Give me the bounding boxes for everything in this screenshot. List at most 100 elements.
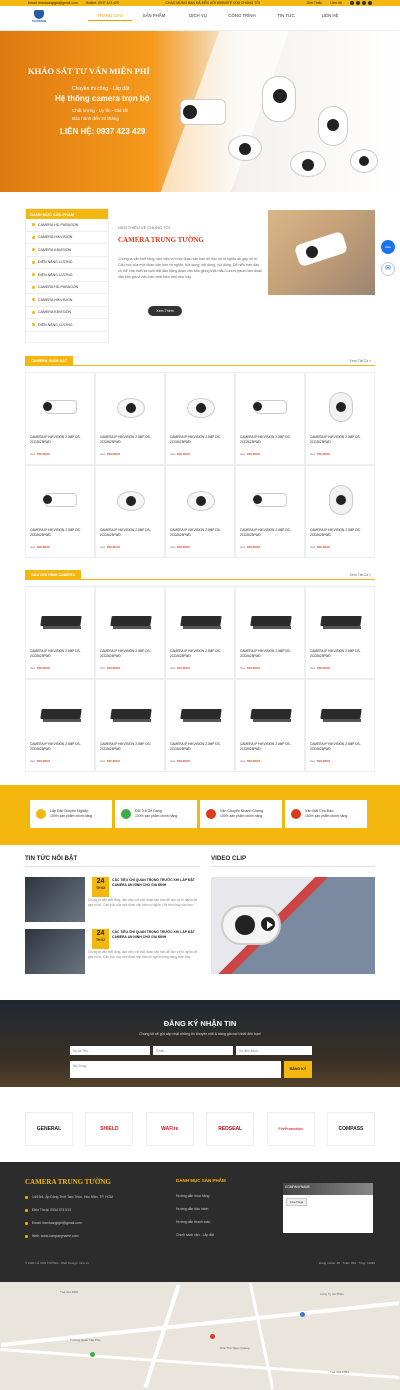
product-name[interactable]: CAMERA IP HIKVISION 2.0MP DS-2CD2625FWD: [100, 528, 162, 538]
product-name[interactable]: CAMERA IP HIKVISION 2.0MP DS-2CD2625FWD: [310, 435, 372, 445]
nav-contact[interactable]: LIÊN HỆ: [308, 13, 352, 21]
product-name[interactable]: CAMERA IP HIKVISION 2.0MP DS-2CD2625FWD: [170, 435, 232, 445]
play-button[interactable]: [260, 916, 276, 932]
twitter-icon[interactable]: [356, 1, 360, 5]
footer-link[interactable]: Hướng dẫn mua hàng: [176, 1194, 209, 1198]
nav-home[interactable]: TRANG CHỦ: [88, 13, 132, 21]
product-image[interactable]: [319, 481, 363, 519]
product-name[interactable]: CAMERA IP HIKVISION 2.0MP DS-2CD2625FWD: [30, 649, 92, 659]
product-card[interactable]: CAMERA IP HIKVISION 2.0MP DS-2CD2625FWD G…: [165, 465, 235, 558]
messenger-chat-button[interactable]: ✉: [381, 262, 395, 276]
product-image[interactable]: [109, 602, 153, 640]
footer-email[interactable]: Email: leantuongtgbl@gmail.com: [25, 1221, 82, 1225]
product-image[interactable]: [249, 481, 293, 519]
product-card[interactable]: CAMERA IP HIKVISION 2.0MP DS-2CD2625FWD G…: [25, 372, 95, 465]
fb-like-button[interactable]: Like Page: [286, 1198, 308, 1206]
product-name[interactable]: CAMERA IP HIKVISION 2.0MP DS-2CD2625FWD: [240, 528, 302, 538]
product-image[interactable]: [179, 388, 223, 426]
product-card[interactable]: CAMERA IP HIKVISION 2.0MP DS-2CD2625FWD G…: [305, 465, 375, 558]
read-more-button[interactable]: Xem Thêm: [148, 306, 182, 316]
product-name[interactable]: CAMERA IP HIKVISION 2.0MP DS-2CD2625FWD: [240, 435, 302, 445]
product-card[interactable]: CAMERA IP HIKVISION 2.0MP DS-2CD2625FWD G…: [235, 586, 305, 679]
footer-link[interactable]: Hướng dẫn bảo hành: [176, 1207, 208, 1211]
product-name[interactable]: CAMERA IP HIKVISION 2.0MP DS-2CD2625FWD: [30, 435, 92, 445]
product-name[interactable]: CAMERA IP HIKVISION 2.0MP DS-2CD2625FWD: [170, 742, 232, 752]
logo[interactable]: YOURNAME: [30, 10, 48, 26]
product-card[interactable]: CAMERA IP HIKVISION 2.0MP DS-2CD2625FWD G…: [165, 586, 235, 679]
phone-input[interactable]: Số điện thoại...: [236, 1046, 312, 1055]
nav-services[interactable]: DỊCH VỤ: [176, 13, 220, 21]
location-map[interactable]: Tòa nhà BRD Công Ty Cổ Phần Nhà Thờ Ngọc…: [0, 1282, 400, 1390]
product-card[interactable]: CAMERA IP HIKVISION 2.0MP DS-2CD2625FWD G…: [25, 679, 95, 772]
sidebar-item[interactable]: ĐIỆN NĂNG LƯỢNG: [26, 319, 108, 332]
product-name[interactable]: CAMERA IP HIKVISION 2.0MP DS-2CD2625FWD: [100, 649, 162, 659]
topbar-intro-link[interactable]: Giới Thiệu: [307, 1, 323, 5]
content-input[interactable]: Nội Dung: [70, 1061, 281, 1078]
topbar-email[interactable]: Email: leantuongtgbl@gmail.com: [28, 1, 78, 5]
news-title[interactable]: CÁC TIÊU CHÍ QUAN TRỌNG TRƯỚC KHI LẮP ĐẶ…: [112, 878, 204, 888]
video-thumbnail[interactable]: [211, 877, 375, 974]
product-name[interactable]: CAMERA IP HIKVISION 2.0MP DS-2CD2625FWD: [170, 649, 232, 659]
hero-banner[interactable]: [0, 31, 400, 192]
partner-logo[interactable]: SHIELD: [85, 1112, 134, 1146]
product-image[interactable]: [249, 602, 293, 640]
product-card[interactable]: CAMERA IP HIKVISION 2.0MP DS-2CD2625FWD G…: [305, 586, 375, 679]
product-name[interactable]: CAMERA IP HIKVISION 2.0MP DS-2CD2625FWD: [310, 742, 372, 752]
partner-logo[interactable]: WAFire: [145, 1112, 194, 1146]
youtube-icon[interactable]: [368, 1, 372, 5]
footer-link[interactable]: Hướng dẫn thanh toán: [176, 1220, 210, 1224]
product-image[interactable]: [249, 388, 293, 426]
product-image[interactable]: [39, 388, 83, 426]
partner-logo[interactable]: FireProtection: [266, 1112, 315, 1146]
product-card[interactable]: CAMERA IP HIKVISION 2.0MP DS-2CD2625FWD G…: [235, 679, 305, 772]
view-all-link[interactable]: Xem Tất Cả »: [349, 359, 371, 363]
topbar-contact-link[interactable]: Liên Hệ: [330, 1, 342, 5]
partner-logo[interactable]: COMPASS: [326, 1112, 375, 1146]
product-image[interactable]: [109, 695, 153, 733]
product-image[interactable]: [319, 695, 363, 733]
product-name[interactable]: CAMERA IP HIKVISION 2.0MP DS-2CD2625FWD: [170, 528, 232, 538]
product-card[interactable]: CAMERA IP HIKVISION 2.0MP DS-2CD2625FWD G…: [165, 372, 235, 465]
sidebar-item[interactable]: CAMERA HD-PARAGON: [26, 282, 108, 294]
product-image[interactable]: [39, 602, 83, 640]
product-card[interactable]: CAMERA IP HIKVISION 2.0MP DS-2CD2625FWD G…: [95, 465, 165, 558]
name-input[interactable]: Họ và Tên...: [70, 1046, 150, 1055]
google-icon[interactable]: [362, 1, 366, 5]
footer-web[interactable]: Web: www.companyname.com: [25, 1234, 78, 1238]
sidebar-item[interactable]: ĐIỆN NĂNG LƯỢNG: [26, 269, 108, 282]
product-image[interactable]: [39, 695, 83, 733]
email-input[interactable]: Email...: [153, 1046, 233, 1055]
product-name[interactable]: CAMERA IP HIKVISION 2.0MP DS-2CD2625FWD: [30, 742, 92, 752]
product-image[interactable]: [179, 695, 223, 733]
product-card[interactable]: CAMERA IP HIKVISION 2.0MP DS-2CD2625FWD G…: [235, 372, 305, 465]
nav-products[interactable]: SẢN PHẨM: [132, 13, 176, 21]
news-title[interactable]: CÁC TIÊU CHÍ QUAN TRỌNG TRƯỚC KHI LẮP ĐẶ…: [112, 930, 204, 940]
product-name[interactable]: CAMERA IP HIKVISION 2.0MP DS-2CD2625FWD: [240, 742, 302, 752]
news-thumbnail[interactable]: [25, 929, 85, 974]
product-card[interactable]: CAMERA IP HIKVISION 2.0MP DS-2CD2625FWD G…: [95, 372, 165, 465]
product-card[interactable]: CAMERA IP HIKVISION 2.0MP DS-2CD2625FWD G…: [305, 679, 375, 772]
product-image[interactable]: [319, 388, 363, 426]
topbar-phone[interactable]: Hotline: 0937 423 429: [86, 1, 119, 5]
product-card[interactable]: CAMERA IP HIKVISION 2.0MP DS-2CD2625FWD G…: [95, 679, 165, 772]
sidebar-item[interactable]: CAMERA KBVISION: [26, 307, 108, 319]
map-pin-icon[interactable]: [210, 1334, 215, 1339]
product-name[interactable]: CAMERA IP HIKVISION 2.0MP DS-2CD2625FWD: [100, 742, 162, 752]
sidebar-item[interactable]: CAMERA HIKVISION: [26, 294, 108, 307]
product-image[interactable]: [179, 602, 223, 640]
partner-logo[interactable]: GENERAL: [25, 1112, 73, 1146]
product-card[interactable]: CAMERA IP HIKVISION 2.0MP DS-2CD2625FWD G…: [25, 465, 95, 558]
product-image[interactable]: [249, 695, 293, 733]
view-all-link[interactable]: Xem Tất Cả »: [349, 573, 371, 577]
news-thumbnail[interactable]: [25, 877, 85, 922]
product-image[interactable]: [179, 481, 223, 519]
partner-logo[interactable]: REDSEAL: [206, 1112, 255, 1146]
product-card[interactable]: CAMERA IP HIKVISION 2.0MP DS-2CD2625FWD G…: [235, 465, 305, 558]
product-card[interactable]: CAMERA IP HIKVISION 2.0MP DS-2CD2625FWD G…: [165, 679, 235, 772]
product-image[interactable]: [39, 481, 83, 519]
product-name[interactable]: CAMERA IP HIKVISION 2.0MP DS-2CD2625FWD: [100, 435, 162, 445]
footer-link[interactable]: Chính sách vận - Lắp đặt: [176, 1233, 214, 1237]
product-card[interactable]: CAMERA IP HIKVISION 2.0MP DS-2CD2625FWD G…: [305, 372, 375, 465]
subscribe-button[interactable]: ĐĂNG KÝ: [284, 1061, 312, 1078]
product-name[interactable]: CAMERA IP HIKVISION 2.0MP DS-2CD2625FWD: [240, 649, 302, 659]
